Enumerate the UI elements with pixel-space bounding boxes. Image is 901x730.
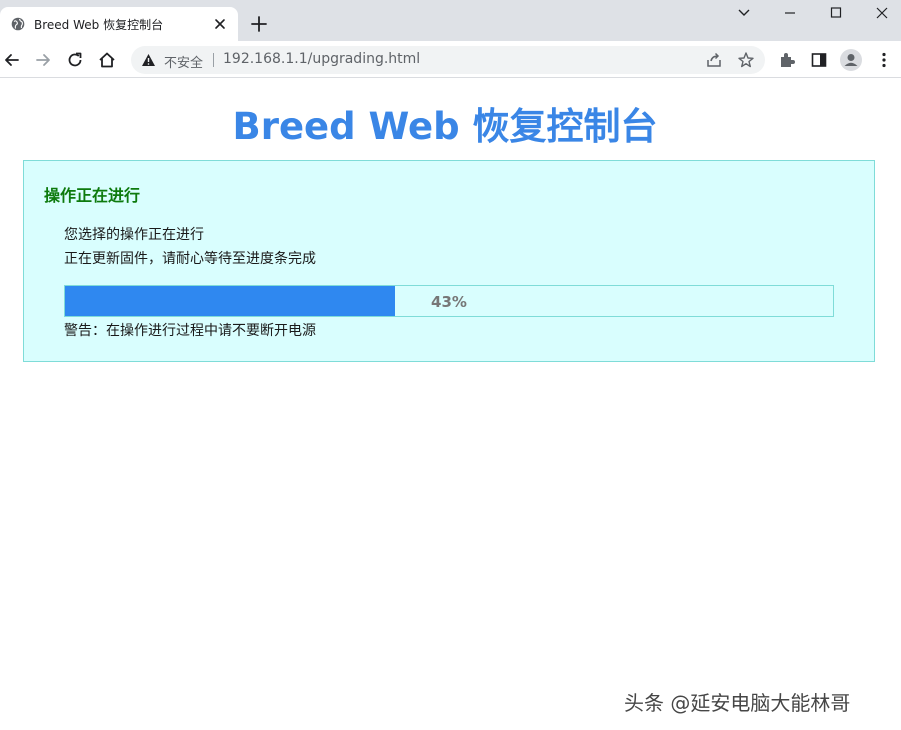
- watermark-text: 头条 @延安电脑大能林哥: [624, 691, 851, 715]
- panel-heading: 操作正在进行: [44, 186, 141, 205]
- warning-triangle-icon[interactable]: [141, 53, 156, 67]
- progress-label: 43%: [431, 293, 467, 311]
- address-bar[interactable]: 不安全 192.168.1.1/upgrading.html: [131, 46, 765, 74]
- minimize-icon[interactable]: [780, 4, 800, 22]
- forward-arrow-icon[interactable]: [33, 50, 53, 70]
- new-tab-icon[interactable]: [250, 15, 268, 33]
- progress-bar: 43%: [64, 285, 834, 317]
- window-close-icon[interactable]: [872, 4, 892, 22]
- close-tab-icon[interactable]: [212, 16, 228, 32]
- security-label[interactable]: 不安全: [164, 52, 203, 71]
- more-menu-icon[interactable]: [874, 50, 894, 70]
- reload-icon[interactable]: [65, 50, 85, 70]
- warning-message: 警告：在操作进行过程中请不要断开电源: [64, 323, 316, 339]
- tab-strip: Breed Web 恢复控制台: [0, 0, 901, 41]
- maximize-icon[interactable]: [826, 4, 846, 22]
- bookmark-star-icon[interactable]: [737, 51, 755, 69]
- tab-title: Breed Web 恢复控制台: [34, 18, 164, 32]
- operation-panel: 操作正在进行 您选择的操作正在进行 正在更新固件，请耐心等待至进度条完成 43%…: [23, 160, 875, 362]
- address-divider: [213, 53, 214, 67]
- home-icon[interactable]: [97, 50, 117, 70]
- instruction-message: 正在更新固件，请耐心等待至进度条完成: [64, 251, 316, 267]
- person-icon: [844, 54, 858, 66]
- tab-search-chevron-icon[interactable]: [734, 4, 754, 22]
- browser-tab[interactable]: Breed Web 恢复控制台: [0, 7, 238, 41]
- back-arrow-icon[interactable]: [2, 50, 22, 70]
- profile-avatar[interactable]: [840, 49, 862, 71]
- extensions-puzzle-icon[interactable]: [777, 50, 797, 70]
- side-panel-icon[interactable]: [809, 50, 829, 70]
- share-icon[interactable]: [705, 51, 723, 69]
- page-title: Breed Web 恢复控制台: [232, 105, 658, 148]
- url-text[interactable]: 192.168.1.1/upgrading.html: [223, 51, 420, 67]
- browser-toolbar: 不安全 192.168.1.1/upgrading.html: [0, 41, 901, 78]
- status-message: 您选择的操作正在进行: [64, 227, 204, 243]
- globe-icon: [11, 17, 25, 31]
